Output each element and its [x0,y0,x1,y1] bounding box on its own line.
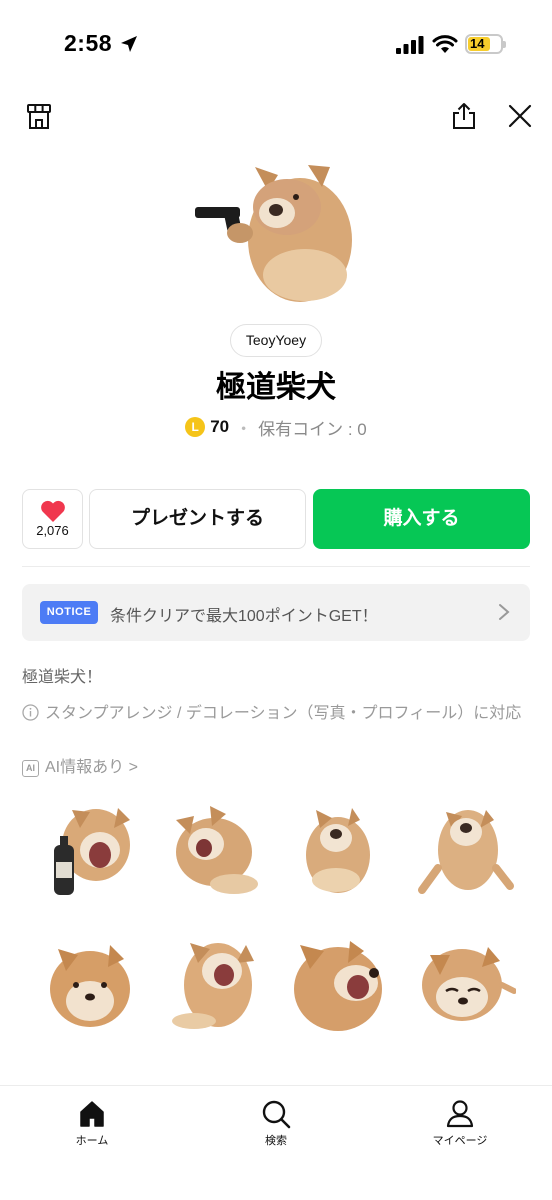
home-icon [80,1101,104,1127]
status-time: 2:58 [64,30,113,56]
nav-mypage-label: マイページ [432,1135,488,1147]
search-icon [262,1100,291,1129]
ai-icon: AI [22,760,39,777]
notice-tag: NOTICE [40,601,98,624]
cellular-signal-icon [396,36,424,54]
chevron-right-icon [499,604,510,620]
shop-icon[interactable] [24,101,54,131]
nav-mypage[interactable]: マイページ [410,1098,510,1148]
present-button[interactable]: プレゼントする [89,489,306,549]
heart-icon [40,500,65,522]
person-icon [446,1100,474,1128]
feature-text: スタンプアレンジ / デコレーション（写真・プロフィール）に対応 [45,705,522,722]
price-value: 70 [210,417,230,436]
main-sticker-image [195,165,352,302]
product-description: 極道柴犬！ [22,669,103,686]
info-icon [22,704,39,721]
like-button[interactable]: 2,076 [22,489,83,549]
battery-level: 14 [470,36,485,51]
bottom-nav: ホーム 検索 マイページ [0,1085,552,1200]
sticker-item[interactable] [164,800,264,900]
close-icon[interactable] [505,101,535,131]
like-count: 2,076 [36,523,69,538]
sticker-item[interactable] [416,800,516,900]
nav-search[interactable]: 検索 [226,1098,326,1148]
wifi-icon [432,35,458,53]
ai-info-link[interactable]: AI AI情報あり > [22,753,138,777]
nav-home-label: ホーム [75,1135,109,1147]
sticker-item[interactable] [38,935,138,1035]
feature-note: スタンプアレンジ / デコレーション（写真・プロフィール）に対応 [22,704,534,724]
product-title: 極道柴犬 [216,371,336,404]
notice-banner[interactable]: NOTICE 条件クリアで最大100ポイントGET！ [22,584,530,641]
ai-info-text: AI情報あり > [45,759,138,776]
sticker-item[interactable] [416,935,516,1035]
share-icon[interactable] [449,101,479,131]
owned-coins: 保有コイン : 0 [258,419,367,439]
divider [22,566,530,567]
buy-button[interactable]: 購入する [313,489,530,549]
nav-home[interactable]: ホーム [42,1098,142,1148]
notice-text: 条件クリアで最大100ポイントGET！ [110,608,378,625]
author-badge[interactable]: TeoyYoey [230,324,322,357]
price-separator: ・ [235,419,253,439]
location-arrow-icon [121,36,137,52]
line-coin-icon: L [185,417,206,437]
nav-search-label: 検索 [265,1135,287,1147]
sticker-item[interactable] [164,935,264,1035]
sticker-item[interactable] [290,935,390,1035]
status-bar: 2:58 14 [0,0,552,90]
battery-icon: 14 [465,34,506,54]
price-row: L 70 ・ 保有コイン : 0 [0,414,552,440]
sticker-item[interactable] [290,800,390,900]
sticker-item[interactable] [38,800,138,900]
